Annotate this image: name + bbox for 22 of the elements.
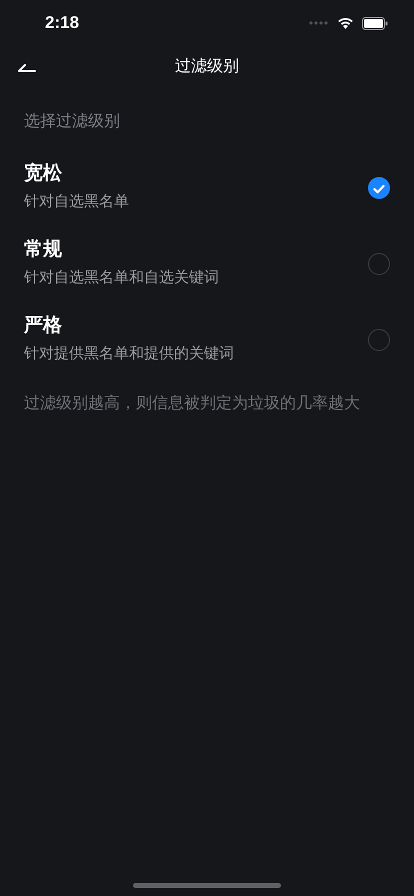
option-row[interactable]: 宽松 针对自选黑名单 [0,150,414,226]
option-description: 针对自选黑名单 [24,192,129,212]
option-title: 严格 [24,314,62,338]
note-text: 过滤级别越高，则信息被判定为垃圾的几率越大 [24,395,360,412]
back-button[interactable] [18,62,36,72]
radio-button[interactable] [368,329,390,351]
signal-icon [309,21,329,25]
wifi-icon [337,17,354,29]
radio-button[interactable] [368,177,390,199]
radio-button[interactable] [368,253,390,275]
back-arrow-icon [18,62,36,72]
page-title: 过滤级别 [175,56,239,77]
option-description: 针对自选黑名单和自选关键词 [24,268,219,288]
section-label: 选择过滤级别 [24,113,120,130]
option-row[interactable]: 严格 针对提供黑名单和提供的关键词 [0,302,414,378]
option-title: 常规 [24,238,62,262]
battery-icon [362,16,388,30]
option-title: 宽松 [24,162,62,186]
option-description: 针对提供黑名单和提供的关键词 [24,344,234,364]
check-icon [373,184,385,194]
option-row[interactable]: 常规 针对自选黑名单和自选关键词 [0,226,414,302]
status-time: 2:18 [45,12,80,34]
